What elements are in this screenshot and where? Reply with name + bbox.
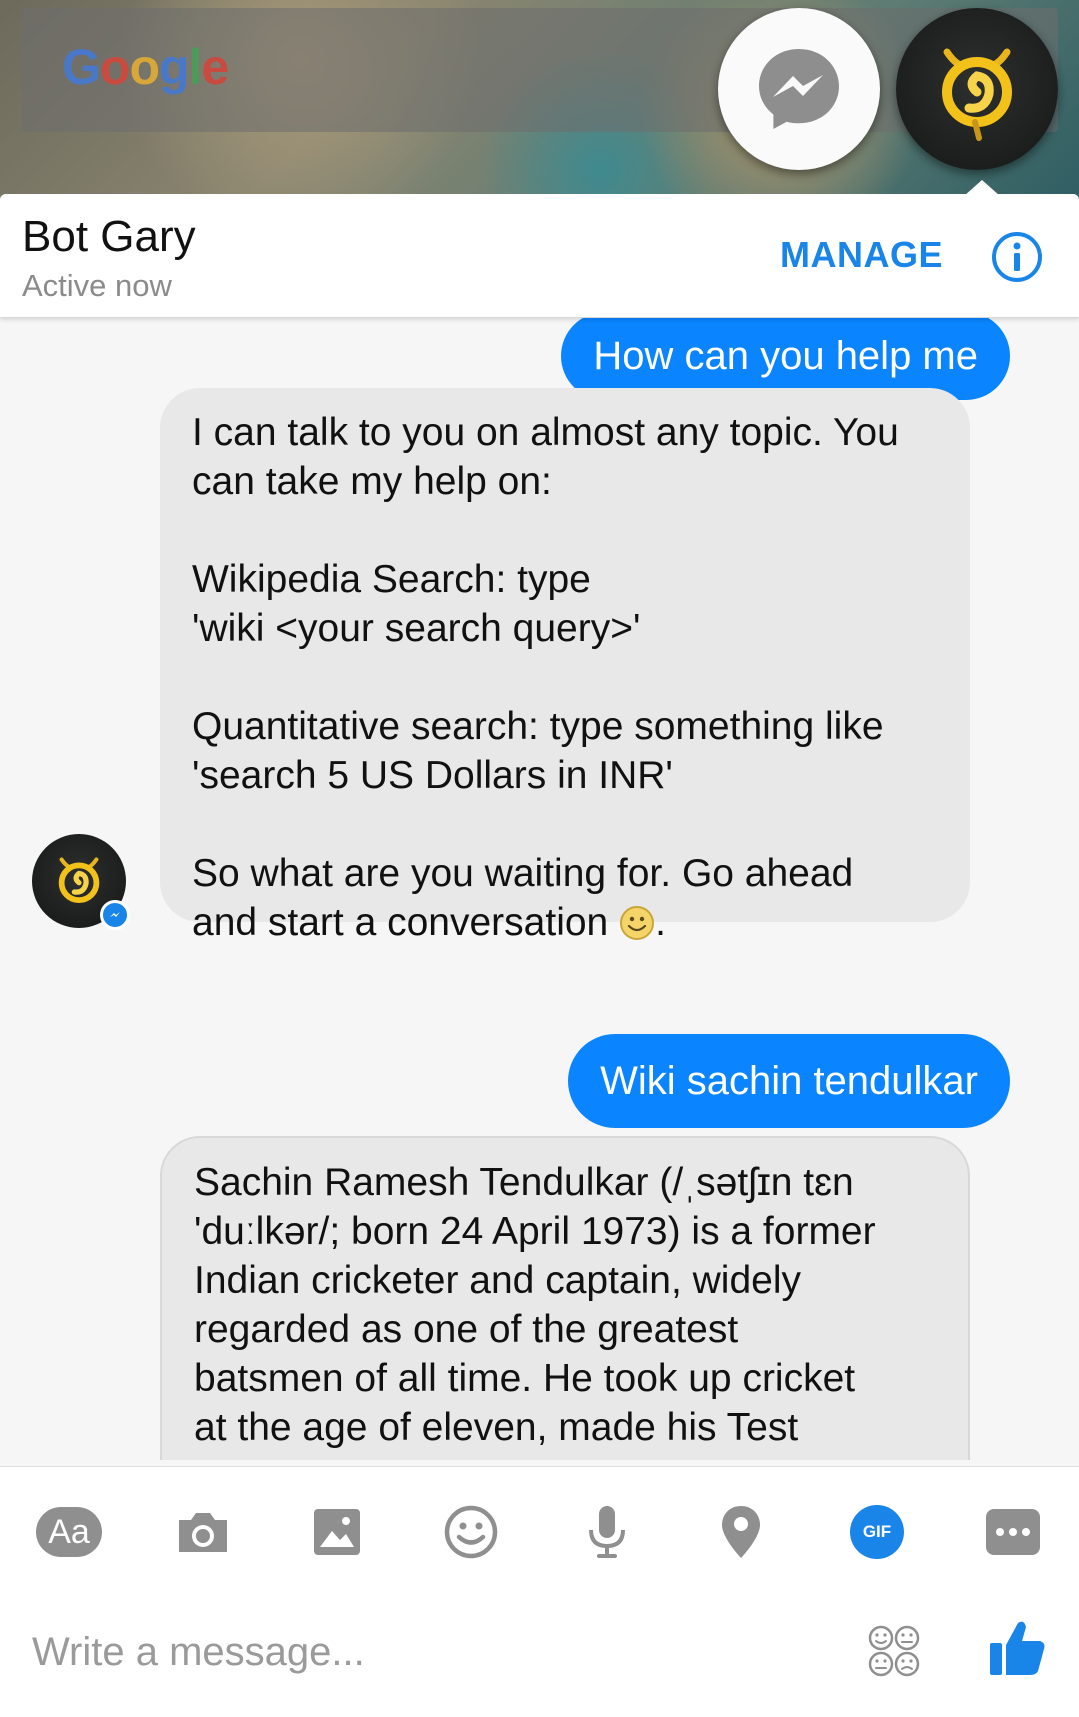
bot-avatar[interactable] (32, 834, 130, 930)
message-text: I can talk to you on almost any topic. Y… (192, 411, 899, 944)
message-trailing: . (655, 901, 666, 944)
contact-status: Active now (22, 268, 172, 303)
message-input[interactable] (32, 1622, 832, 1682)
messenger-icon (759, 49, 839, 129)
chat-header: Bot Gary Active now MANAGE (0, 194, 1079, 318)
thumbs-up-icon[interactable] (988, 1617, 1046, 1677)
more-button[interactable] (978, 1497, 1048, 1567)
text-format-button[interactable]: Aa (34, 1497, 104, 1567)
gif-button[interactable]: GIF (842, 1497, 912, 1567)
microphone-icon (589, 1506, 625, 1558)
message-text: How can you help me (593, 333, 978, 378)
gallery-icon (314, 1509, 360, 1555)
camera-button[interactable] (168, 1497, 238, 1567)
contact-name: Bot Gary (22, 212, 196, 261)
location-icon (722, 1506, 760, 1558)
message-text: Sachin Ramesh Tendulkar (/ˌsətʃɪn tɛn 'd… (194, 1161, 876, 1460)
gallery-button[interactable] (302, 1497, 372, 1567)
messenger-chathead[interactable] (718, 8, 880, 170)
info-icon[interactable] (990, 230, 1044, 284)
smiley-emoji-icon (620, 906, 655, 940)
message-text: Wiki sachin tendulkar (600, 1058, 978, 1103)
microphone-button[interactable] (572, 1497, 642, 1567)
outgoing-message[interactable]: Wiki sachin tendulkar (568, 1034, 1010, 1128)
chat-panel: Bot Gary Active now MANAGE How can you h… (0, 194, 1079, 1717)
incoming-message[interactable]: Sachin Ramesh Tendulkar (/ˌsətʃɪn tɛn 'd… (160, 1136, 970, 1460)
emoji-button[interactable] (436, 1497, 506, 1567)
camera-icon (179, 1513, 227, 1552)
google-logo: Google (62, 39, 229, 95)
more-icon (986, 1509, 1040, 1555)
bot-gary-chathead[interactable] (896, 8, 1058, 170)
bot-avatar-icon (942, 48, 1012, 141)
gif-icon: GIF (850, 1505, 904, 1559)
emoji-icon (444, 1505, 498, 1559)
bot-avatar-icon (58, 857, 100, 904)
text-format-label: Aa (36, 1507, 102, 1557)
location-button[interactable] (706, 1497, 776, 1567)
message-composer: Aa GIF Write a message... (0, 1466, 1079, 1717)
stickers-icon[interactable] (866, 1623, 922, 1679)
incoming-message[interactable]: I can talk to you on almost any topic. Y… (160, 388, 970, 944)
messenger-badge-icon (100, 900, 130, 930)
manage-button[interactable]: MANAGE (780, 234, 943, 276)
message-list[interactable]: How can you help me I can talk to you on… (0, 318, 1079, 1460)
